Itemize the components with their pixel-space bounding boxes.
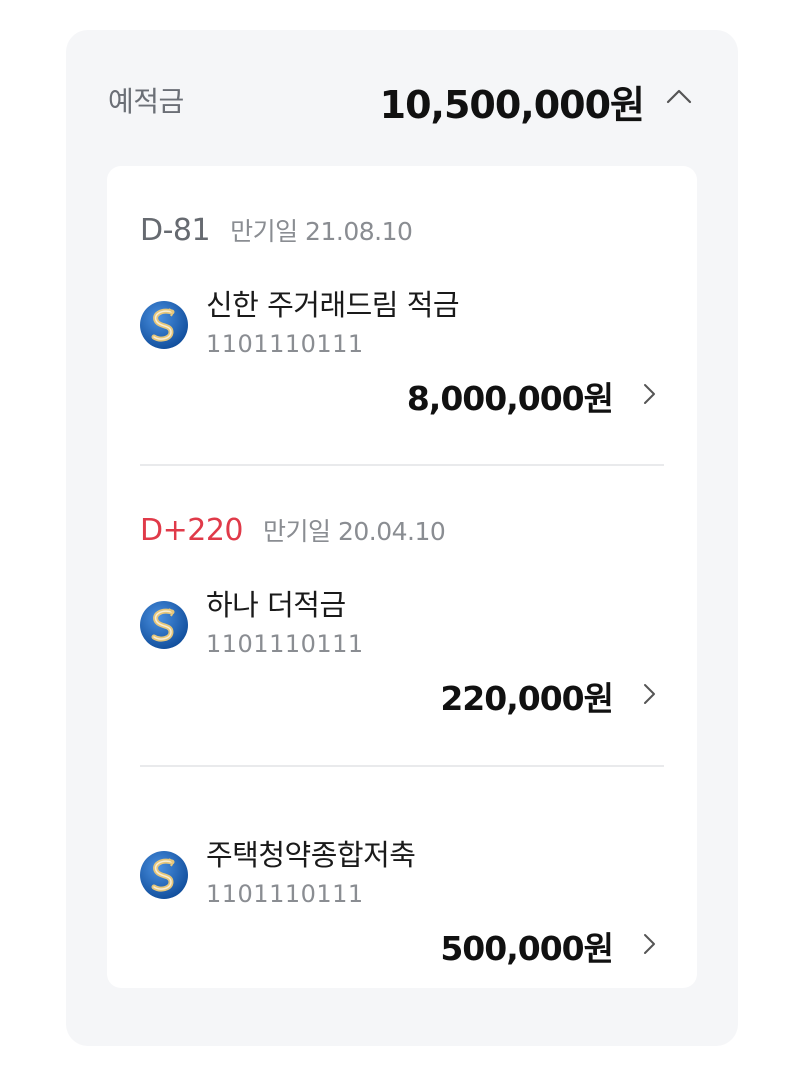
chevron-up-icon[interactable] — [664, 82, 694, 112]
savings-header[interactable]: 예적금 10,500,000원 — [66, 30, 738, 166]
maturity-date: 만기일 20.04.10 — [263, 517, 446, 546]
maturity-info: D-81 만기일 21.08.10 — [140, 212, 413, 248]
dday-counter: D+220 — [140, 513, 244, 548]
product-name: 신한 주거래드림 적금 — [206, 288, 460, 322]
account-balance: 500,000원 — [440, 929, 614, 968]
account-balance: 8,000,000원 — [406, 379, 614, 418]
shinhan-bank-logo-icon — [140, 601, 188, 649]
dday-counter: D-81 — [140, 213, 211, 248]
account-balance: 220,000원 — [440, 679, 614, 718]
account-list-card: D-81 만기일 21.08.10 신한 주거래드림 적금 1101110111… — [107, 166, 697, 988]
total-balance: 10,500,000원 — [379, 83, 645, 127]
account-row[interactable]: 하나 더적금 1101110111 220,000원 — [107, 588, 697, 750]
chevron-right-icon[interactable] — [639, 680, 661, 708]
account-row[interactable]: 주택청약종합저축 1101110111 500,000원 — [107, 838, 697, 1000]
account-number: 1101110111 — [206, 330, 364, 358]
divider — [140, 464, 664, 466]
shinhan-bank-logo-icon — [140, 301, 188, 349]
shinhan-bank-logo-icon — [140, 851, 188, 899]
chevron-right-icon[interactable] — [639, 380, 661, 408]
product-name: 주택청약종합저축 — [206, 838, 416, 872]
account-row[interactable]: 신한 주거래드림 적금 1101110111 8,000,000원 — [107, 288, 697, 450]
product-name: 하나 더적금 — [206, 588, 346, 622]
maturity-date: 만기일 21.08.10 — [230, 217, 413, 246]
divider — [140, 765, 664, 767]
savings-panel: 예적금 10,500,000원 D-81 만기일 21.08.10 신한 주거래… — [66, 30, 738, 1046]
maturity-info: D+220 만기일 20.04.10 — [140, 512, 446, 548]
account-number: 1101110111 — [206, 880, 364, 908]
chevron-right-icon[interactable] — [639, 930, 661, 958]
section-title: 예적금 — [108, 85, 184, 118]
account-number: 1101110111 — [206, 630, 364, 658]
